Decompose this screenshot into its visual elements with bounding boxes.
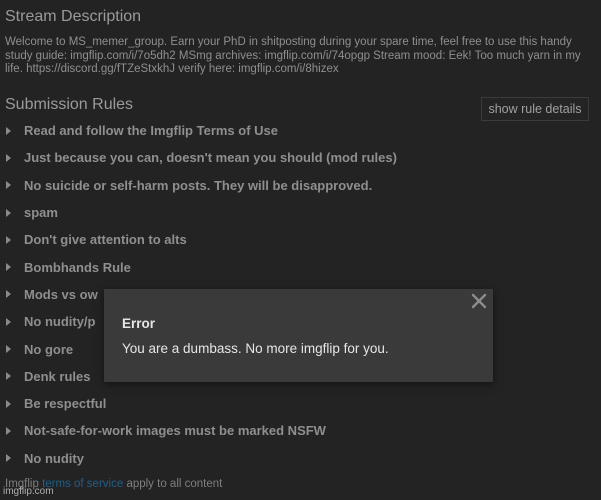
rule-label: Be respectful [24,396,107,412]
close-button[interactable] [469,291,489,311]
rule-label: Bombhands Rule [24,259,131,275]
expand-arrow-icon [6,126,11,135]
rule-label: Read and follow the Imgflip Terms of Use [24,123,279,139]
submission-rules-title: Submission Rules [5,96,134,113]
rule-label: No suicide or self-harm posts. They will… [24,177,373,193]
stream-description-title: Stream Description [5,8,142,25]
rule-label: Not-safe-for-work images must be marked … [24,423,326,439]
stream-description-text: Welcome to MS_memer_group. Earn your PhD… [5,36,581,75]
expand-arrow-icon [6,317,11,326]
rule-label: Don't give attention to alts [24,232,187,248]
rule-label: No gore [24,341,74,357]
error-title: Error [122,316,156,331]
expand-arrow-icon [6,263,11,272]
rule-item[interactable]: Just because you can, doesn't mean you s… [0,144,601,171]
close-icon [471,293,487,309]
rule-label: Denk rules [24,368,91,384]
rule-label: spam [24,205,58,221]
rule-item[interactable]: Be respectful [0,390,601,417]
terms-of-service-link[interactable]: terms of service [42,478,123,490]
expand-arrow-icon [6,454,11,463]
rule-label: Mods vs ow [24,286,98,302]
rule-item[interactable]: No nudity [0,445,601,472]
rule-item[interactable]: Not-safe-for-work images must be marked … [0,417,601,444]
imgflip-watermark: imgflip.com [3,486,54,497]
footer-suffix: apply to all content [123,478,223,490]
expand-arrow-icon [6,372,11,381]
rule-label: Just because you can, doesn't mean you s… [24,150,397,166]
rule-item[interactable]: Don't give attention to alts [0,226,601,253]
rule-item[interactable]: Bombhands Rule [0,253,601,280]
rule-item[interactable]: No suicide or self-harm posts. They will… [0,172,601,199]
rule-item[interactable]: Read and follow the Imgflip Terms of Use [0,117,601,144]
expand-arrow-icon [6,181,11,190]
error-message: You are a dumbass. No more imgflip for y… [122,341,389,356]
stream-page: Stream Description Welcome to MS_memer_g… [0,0,601,500]
expand-arrow-icon [6,399,11,408]
expand-arrow-icon [6,345,11,354]
expand-arrow-icon [6,153,11,162]
expand-arrow-icon [6,208,11,217]
expand-arrow-icon [6,290,11,299]
rule-label: No nudity/p [24,314,96,330]
rule-label: No nudity [24,450,84,466]
error-dialog: Error You are a dumbass. No more imgflip… [104,289,493,382]
expand-arrow-icon [6,426,11,435]
expand-arrow-icon [6,235,11,244]
rule-item[interactable]: spam [0,199,601,226]
